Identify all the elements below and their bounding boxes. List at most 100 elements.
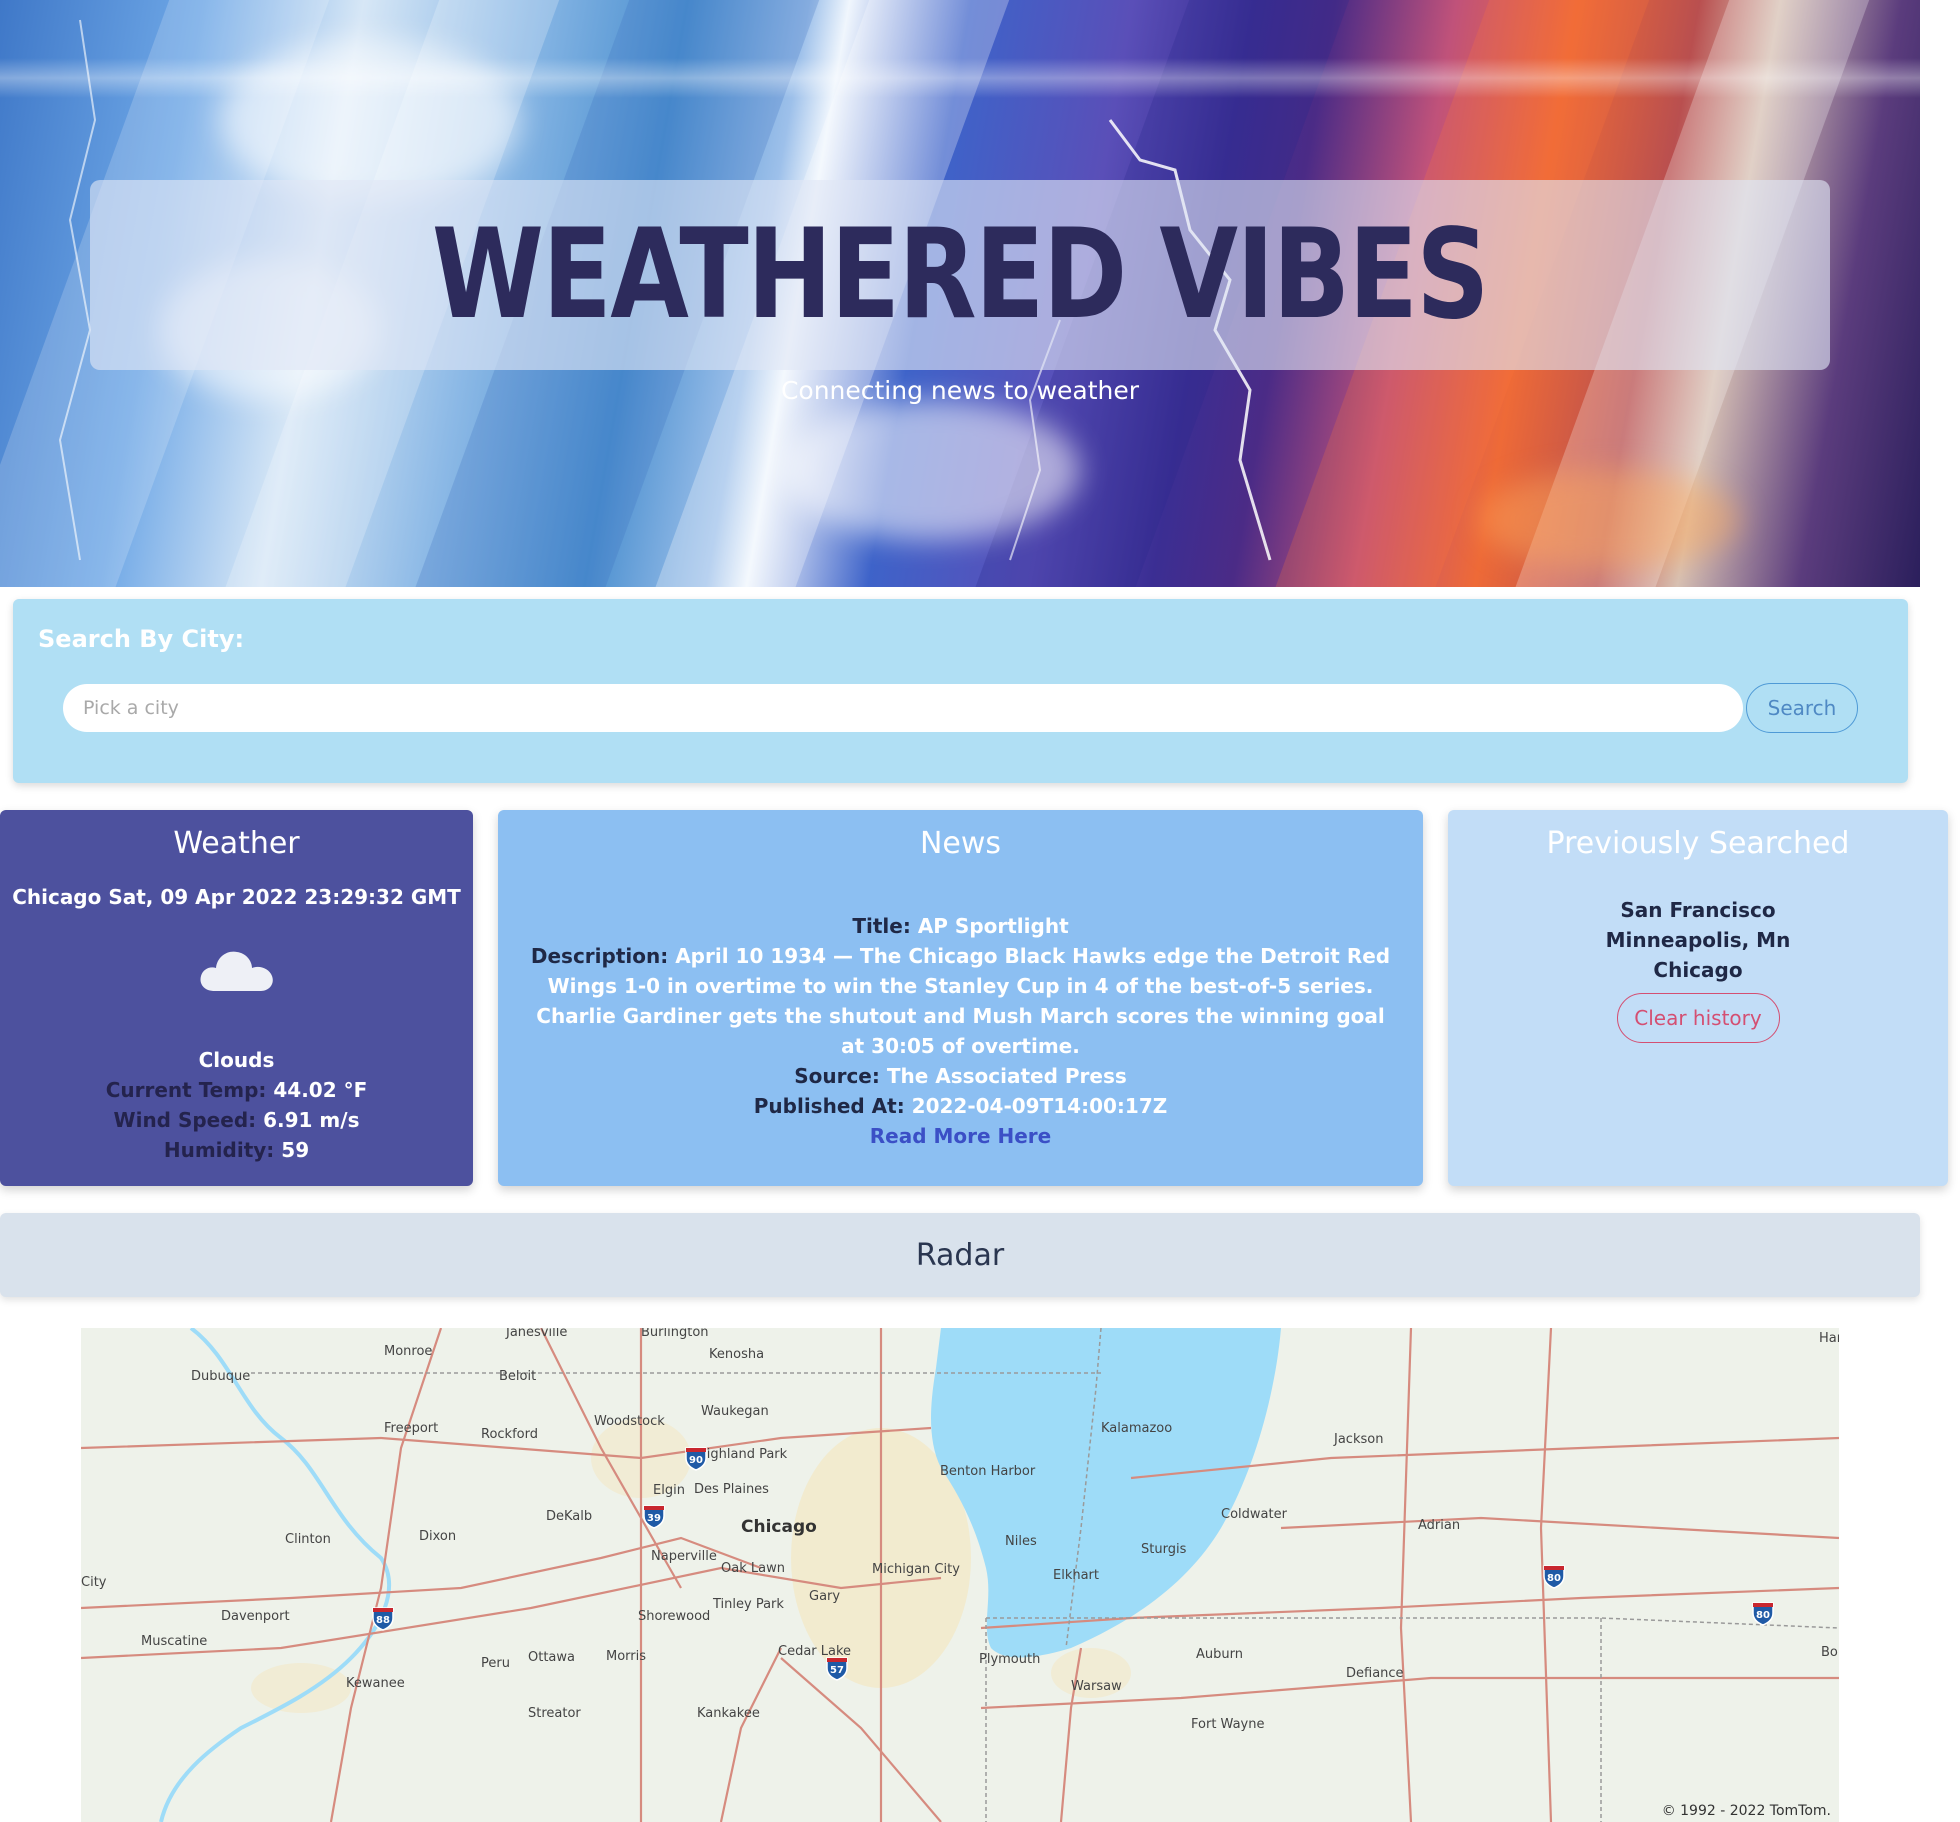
map-place-label: Woodstock (594, 1414, 665, 1429)
map-place-label: Michigan City (872, 1562, 960, 1577)
wind-value: 6.91 m/s (263, 1108, 360, 1132)
radar-heading: Radar (0, 1213, 1920, 1297)
map-place-label: Highland Park (697, 1447, 788, 1462)
cloud-icon (0, 939, 473, 1003)
map-canvas[interactable]: Janesville Burlington Har Monroe Kenosha Dubu… (81, 1328, 1839, 1822)
map-place-label: Peru (481, 1656, 510, 1671)
map-place-label: Janesville (505, 1328, 567, 1340)
map-place-label: City (81, 1575, 107, 1590)
map-place-label: Bo (1821, 1645, 1838, 1660)
news-published-label: Published At: (753, 1094, 905, 1118)
map-place-label: Clinton (285, 1532, 331, 1547)
temp-label: Current Temp: (105, 1078, 267, 1102)
clear-history-button[interactable]: Clear history (1616, 993, 1780, 1043)
svg-text:39: 39 (647, 1513, 661, 1524)
map-place-label: Auburn (1196, 1647, 1243, 1662)
city-search-input[interactable] (63, 684, 1743, 732)
map-place-label: Monroe (384, 1344, 432, 1359)
map-place-label: Freeport (384, 1421, 438, 1436)
map-place-label: Chicago (741, 1517, 817, 1537)
weather-card: Weather Chicago Sat, 09 Apr 2022 23:29:3… (0, 810, 473, 1186)
map-place-label: Waukegan (701, 1404, 769, 1419)
map-place-label: Ottawa (528, 1650, 575, 1665)
news-title-label: Title: (852, 914, 911, 938)
map-place-label: Har (1819, 1331, 1839, 1346)
map-place-label: Warsaw (1071, 1679, 1122, 1694)
map-place-label: Plymouth (979, 1652, 1040, 1667)
map-place-label: Elkhart (1053, 1568, 1099, 1583)
news-source-label: Source: (794, 1064, 880, 1088)
map-copyright: © 1992 - 2022 TomTom. (1661, 1803, 1831, 1819)
humidity-label: Humidity: (163, 1138, 275, 1162)
map-place-label: Shorewood (638, 1609, 710, 1624)
site-title: WEATHERED VIBES (431, 203, 1490, 347)
map-place-label: Adrian (1418, 1518, 1460, 1533)
news-source-value: The Associated Press (886, 1064, 1127, 1088)
svg-text:80: 80 (1756, 1610, 1770, 1621)
map-place-label: Muscatine (141, 1634, 207, 1649)
map-place-label: Kenosha (709, 1347, 764, 1362)
svg-text:80: 80 (1547, 1573, 1561, 1584)
news-published: Published At: 2022-04-09T14:00:17Z (528, 1091, 1393, 1121)
map-place-label: Fort Wayne (1191, 1717, 1264, 1732)
map-place-label: Rockford (481, 1427, 538, 1442)
map-place-label: Dixon (419, 1529, 456, 1544)
news-source: Source: The Associated Press (528, 1061, 1393, 1091)
news-article: Title: AP Sportlight Description: April … (498, 911, 1423, 1151)
radar-map[interactable]: Janesville Burlington Har Monroe Kenosha Dubu… (81, 1328, 1839, 1822)
map-place-label: Elgin (653, 1483, 685, 1498)
svg-text:90: 90 (689, 1455, 703, 1466)
map-place-label: Morris (606, 1649, 646, 1664)
map-place-label: Naperville (651, 1549, 717, 1564)
search-panel: Search By City: Search (13, 599, 1908, 783)
map-place-label: Burlington (641, 1328, 709, 1340)
map-place-label: Kalamazoo (1101, 1421, 1172, 1436)
title-banner: WEATHERED VIBES (90, 180, 1830, 370)
news-description-label: Description: (530, 944, 669, 968)
news-title-value: AP Sportlight (917, 914, 1069, 938)
humidity-value: 59 (281, 1138, 310, 1162)
hero-banner: WEATHERED VIBES Connecting news to weath… (0, 0, 1920, 587)
map-place-label: DeKalb (546, 1509, 592, 1524)
map-place-label: Des Plaines (694, 1482, 769, 1497)
map-place-label: Oak Lawn (721, 1561, 785, 1576)
news-heading: News (919, 826, 1002, 861)
map-place-label: Benton Harbor (940, 1464, 1036, 1479)
news-description: Description: April 10 1934 — The Chicago… (528, 941, 1393, 1061)
weather-heading: Weather (173, 826, 300, 861)
map-place-label: Niles (1005, 1534, 1037, 1549)
map-place-label: Tinley Park (712, 1597, 784, 1612)
news-published-value: 2022-04-09T14:00:17Z (911, 1094, 1168, 1118)
map-place-label: Beloit (499, 1369, 536, 1384)
site-subtitle: Connecting news to weather (780, 376, 1140, 405)
read-more-link[interactable]: Read More Here (870, 1124, 1052, 1148)
search-label: Search By City: (38, 625, 245, 653)
map-place-label: Kankakee (697, 1706, 760, 1721)
map-place-label: Gary (809, 1589, 840, 1604)
wind-speed: Wind Speed: 6.91 m/s (0, 1105, 473, 1135)
map-place-label: Cedar Lake (778, 1644, 851, 1659)
map-place-label: Dubuque (191, 1369, 250, 1384)
history-item[interactable]: San Francisco (1448, 895, 1948, 925)
map-place-label: Sturgis (1141, 1542, 1187, 1557)
search-button[interactable]: Search (1746, 683, 1858, 733)
weather-city-date: Chicago Sat, 09 Apr 2022 23:29:32 GMT (12, 885, 461, 909)
previously-searched-heading: Previously Searched (1546, 826, 1850, 861)
svg-text:57: 57 (830, 1665, 844, 1676)
previously-searched-card: Previously Searched San Francisco Minnea… (1448, 810, 1948, 1186)
map-place-label: Davenport (221, 1609, 290, 1624)
history-list: San Francisco Minneapolis, Mn Chicago (1448, 895, 1948, 985)
map-place-label: Defiance (1346, 1666, 1404, 1681)
current-temp: Current Temp: 44.02 °F (0, 1075, 473, 1105)
history-item[interactable]: Minneapolis, Mn (1448, 925, 1948, 955)
history-item[interactable]: Chicago (1448, 955, 1948, 985)
weather-condition: Clouds (198, 1048, 275, 1072)
map-place-label: Kewanee (346, 1676, 405, 1691)
news-title: Title: AP Sportlight (528, 911, 1393, 941)
map-place-label: Coldwater (1221, 1507, 1288, 1522)
news-card: News Title: AP Sportlight Description: A… (498, 810, 1423, 1186)
humidity: Humidity: 59 (0, 1135, 473, 1165)
svg-text:88: 88 (376, 1615, 390, 1626)
wind-label: Wind Speed: (113, 1108, 257, 1132)
map-place-label: Streator (528, 1706, 581, 1721)
